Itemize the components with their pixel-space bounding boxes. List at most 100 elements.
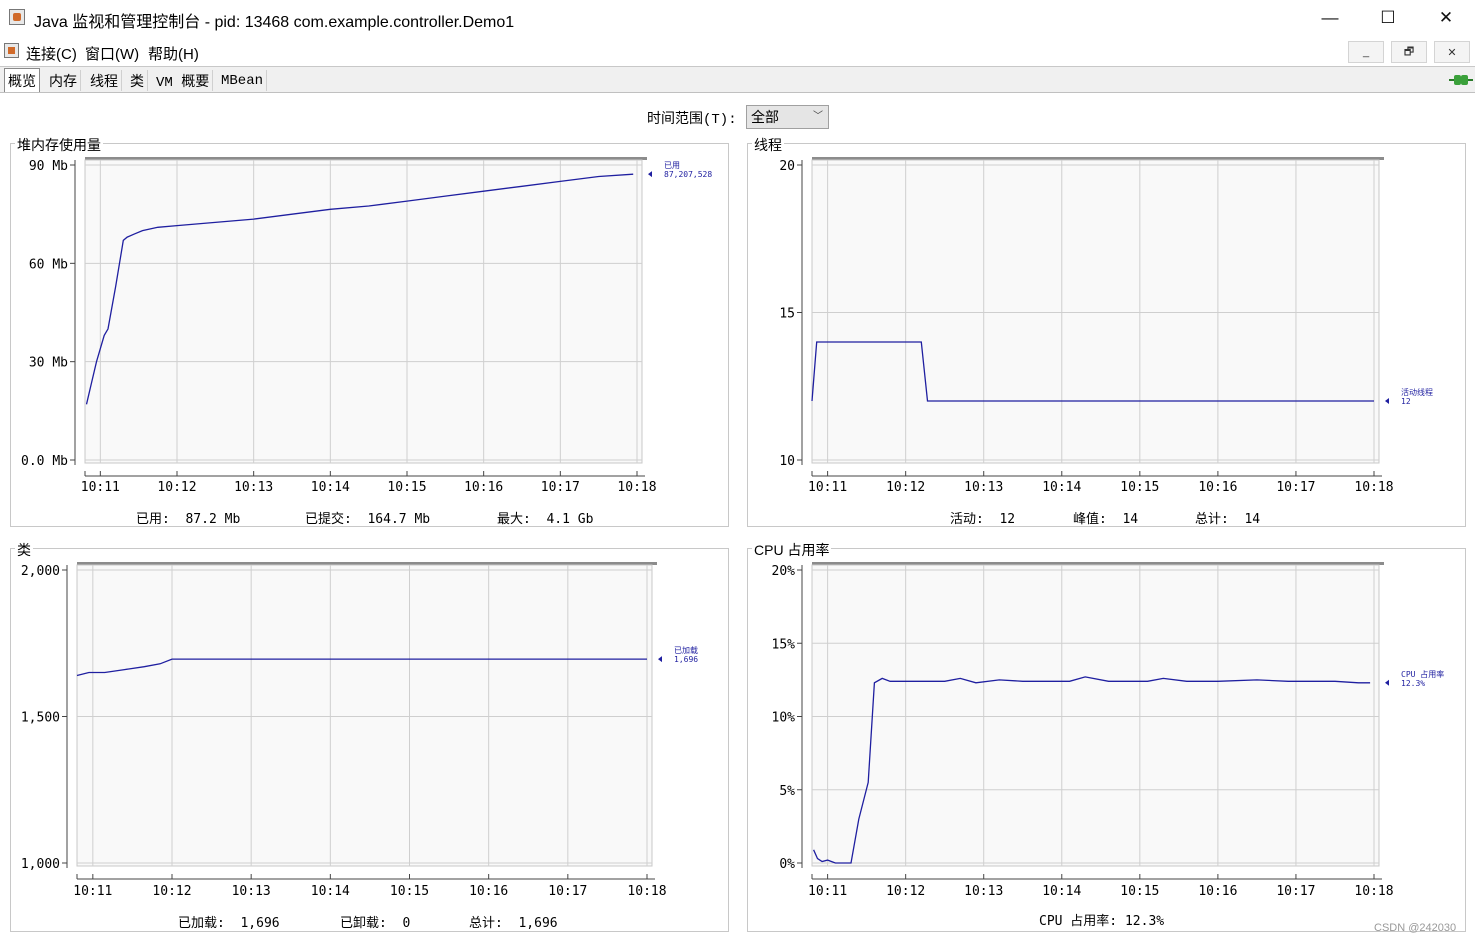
heap-used-value: 87.2 Mb	[185, 512, 241, 527]
tab-overview[interactable]: 概览	[4, 68, 40, 92]
heap-used-label: 已用:	[136, 512, 170, 527]
heap-committed-label: 已提交:	[305, 512, 352, 527]
cpu-chart: 0% 5% 10% 15% 20% 10:11 10:12 10:13 10:14 10:15 10…	[772, 562, 1444, 899]
threads-total-value: 14	[1244, 512, 1261, 527]
x-tick-label: 10:12	[886, 480, 925, 495]
threads-live-label: 活动:	[950, 512, 984, 527]
classes-chart: 1,000 1,500 2,000 10:11 10:12 10:13 10:14 10:15…	[21, 562, 698, 899]
close-button[interactable]: ✕	[1417, 0, 1475, 36]
csdn-watermark: CSDN @242030	[1374, 922, 1457, 934]
heap-stat-max: 最大: 4.1 Gb	[497, 508, 593, 527]
time-range-label: 时间范围(T):	[647, 112, 737, 128]
x-tick-label: 10:16	[464, 480, 503, 495]
cpu-usage-value: 12.3%	[1124, 914, 1165, 929]
legend-name: CPU 占用率	[1401, 669, 1444, 679]
menu-connection[interactable]: 连接(C)	[26, 43, 77, 64]
y-tick-label: 1,500	[21, 711, 60, 726]
tab-mbean[interactable]: MBean	[218, 70, 268, 91]
x-tick-label: 10:12	[886, 884, 925, 899]
threads-peak-label: 峰值:	[1073, 512, 1107, 527]
time-range-select[interactable]: 全部 ﹀	[746, 105, 829, 129]
threads-chart: 10 15 20 10:11 10:12 10:13 10:14 10:15 10:16 10:1…	[779, 157, 1433, 495]
y-tick-label: 0%	[779, 857, 795, 872]
x-tick-label: 10:13	[232, 884, 271, 899]
threads-stat-live: 活动: 12	[950, 508, 1015, 527]
plot-area	[811, 159, 1380, 464]
heap-max-value: 4.1 Gb	[546, 512, 594, 527]
x-tick-label: 10:11	[81, 480, 120, 495]
x-tick-label: 10:14	[1042, 884, 1081, 899]
classes-loaded-value: 1,696	[240, 916, 280, 931]
x-tick-label: 10:17	[548, 884, 587, 899]
plot-area	[84, 159, 643, 464]
connected-plug-icon[interactable]	[1449, 74, 1473, 86]
legend-value: 87,207,528	[664, 170, 712, 179]
x-tick-label: 10:15	[390, 884, 429, 899]
x-tick-label: 10:17	[1276, 884, 1315, 899]
y-tick-label: 15%	[772, 637, 796, 652]
legend-marker	[658, 656, 662, 663]
menu-help[interactable]: 帮助(H)	[148, 43, 199, 64]
tab-threads[interactable]: 线程	[87, 70, 122, 91]
x-tick-label: 10:12	[157, 480, 196, 495]
menu-bar: 连接(C) 窗口(W) 帮助(H) _ 🗗 ✕	[0, 36, 1475, 67]
tab-memory[interactable]: 内存	[46, 70, 81, 91]
threads-peak-value: 14	[1122, 512, 1139, 527]
legend-value: 12	[1401, 397, 1411, 406]
x-tick-label: 10:15	[1120, 480, 1159, 495]
classes-total-value: 1,696	[518, 916, 558, 931]
legend-name: 已用	[664, 161, 680, 170]
classes-stat-total: 总计: 1,696	[469, 912, 558, 931]
java-menu-icon[interactable]	[4, 43, 19, 58]
x-tick-label: 10:14	[1042, 480, 1081, 495]
x-tick-label: 10:13	[234, 480, 273, 495]
y-tick-label: 20	[779, 159, 795, 174]
x-tick-label: 10:13	[964, 884, 1003, 899]
window-title: Java 监视和管理控制台 - pid: 13468 com.example.c…	[34, 14, 515, 31]
classes-unloaded-value: 0	[402, 916, 411, 931]
legend-marker	[1385, 398, 1389, 404]
x-tick-label: 10:18	[627, 884, 666, 899]
x-tick-label: 10:12	[152, 884, 191, 899]
x-tick-label: 10:14	[311, 884, 350, 899]
maximize-button[interactable]: ☐	[1359, 0, 1417, 36]
threads-stat-peak: 峰值: 14	[1073, 508, 1138, 527]
internal-minimize-button[interactable]: _	[1348, 41, 1384, 63]
plot-area	[811, 564, 1380, 867]
x-tick-label: 10:16	[1198, 884, 1237, 899]
internal-restore-button[interactable]: 🗗	[1391, 41, 1427, 63]
x-tick-label: 10:18	[617, 480, 656, 495]
internal-close-button[interactable]: ✕	[1434, 41, 1470, 63]
y-tick-label: 60 Mb	[29, 257, 68, 272]
y-tick-label: 0.0 Mb	[21, 454, 68, 469]
legend-name: 已加载	[674, 645, 698, 655]
tab-classes[interactable]: 类	[127, 70, 148, 91]
heap-chart: 0.0 Mb 30 Mb 60 Mb 90 Mb 10:11 10:12 10:13 10:1…	[21, 157, 712, 495]
y-tick-label: 10	[779, 454, 795, 469]
x-tick-label: 10:16	[469, 884, 508, 899]
tab-vm-summary[interactable]: VM 概要	[153, 70, 214, 91]
y-tick-label: 90 Mb	[29, 159, 68, 174]
threads-total-label: 总计:	[1195, 512, 1229, 527]
heap-stat-committed: 已提交: 164.7 Mb	[305, 508, 430, 527]
x-tick-label: 10:11	[808, 480, 847, 495]
y-tick-label: 1,000	[21, 857, 60, 872]
x-tick-label: 10:13	[964, 480, 1003, 495]
minimize-button[interactable]: —	[1301, 0, 1359, 36]
classes-unloaded-label: 已卸载:	[340, 916, 387, 931]
time-range-value: 全部	[751, 109, 779, 125]
x-tick-label: 10:17	[1276, 480, 1315, 495]
legend-name: 活动线程	[1401, 387, 1433, 397]
title-bar: Java 监视和管理控制台 - pid: 13468 com.example.c…	[0, 0, 1475, 36]
cpu-usage-label: CPU 占用率:	[1039, 914, 1118, 929]
x-tick-label: 10:15	[387, 480, 426, 495]
threads-stat-total: 总计: 14	[1195, 508, 1260, 527]
y-tick-label: 30 Mb	[29, 356, 68, 371]
java-app-icon	[9, 9, 25, 25]
y-tick-label: 2,000	[21, 564, 60, 579]
menu-window[interactable]: 窗口(W)	[85, 43, 139, 64]
x-tick-label: 10:14	[311, 480, 350, 495]
y-tick-label: 20%	[772, 564, 796, 579]
legend-marker	[1385, 679, 1389, 686]
x-tick-label: 10:16	[1198, 480, 1237, 495]
